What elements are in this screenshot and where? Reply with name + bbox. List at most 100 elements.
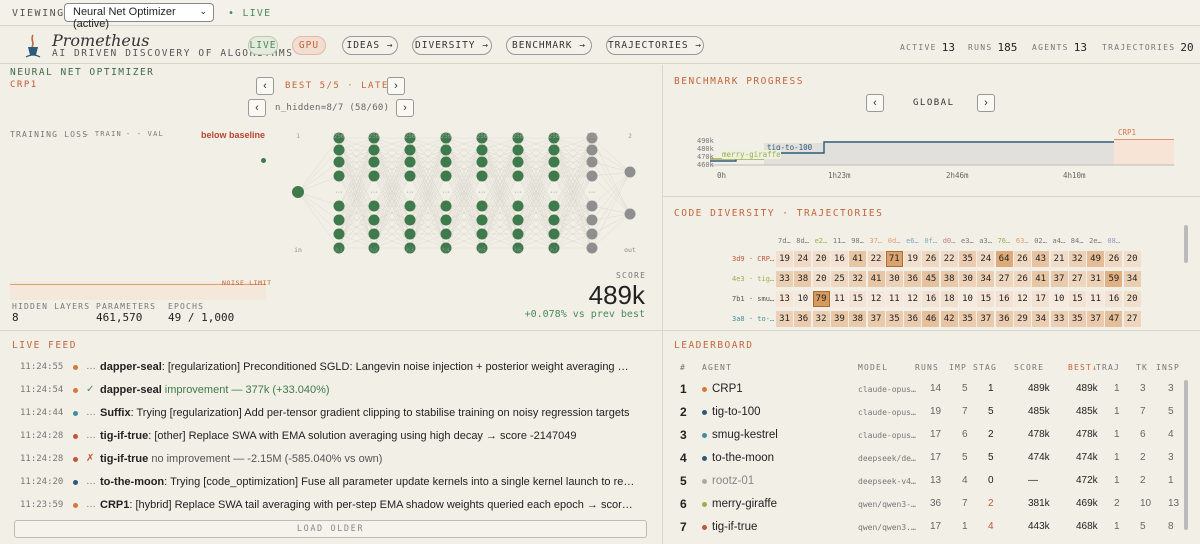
heatmap-cell[interactable]: 32 bbox=[1068, 251, 1086, 267]
ideas-button[interactable]: IDEAS → bbox=[342, 36, 398, 55]
heatmap-cell[interactable]: 20 bbox=[1123, 291, 1141, 307]
cell-agent[interactable]: smug-kestrel bbox=[712, 429, 778, 441]
feed-item[interactable]: 11:24:44 … Suffix: Trying [regularization]… bbox=[0, 403, 660, 425]
heatmap-cell[interactable]: 29 bbox=[1013, 311, 1031, 327]
heatmap-cell[interactable]: 37 bbox=[1087, 311, 1105, 327]
heatmap-cell[interactable]: 24 bbox=[794, 251, 812, 267]
leaderboard-row[interactable]: 3 smug-kestrel claude-opus… 17 6 2 478k 478k 1 6 4 bbox=[664, 424, 1200, 447]
heatmap-cell[interactable]: 16 bbox=[1105, 291, 1123, 307]
heatmap-cell[interactable]: 25 bbox=[830, 271, 848, 287]
heatmap-cell[interactable]: 37 bbox=[1050, 271, 1068, 287]
heatmap-cell[interactable]: 27 bbox=[1123, 311, 1141, 327]
heatmap-cell[interactable]: 12 bbox=[1013, 291, 1031, 307]
leaderboard-row[interactable]: 5 rootz-01 deepseek-v4… 13 4 0 — 472k 1 2 1 bbox=[664, 470, 1200, 493]
heatmap-cell[interactable]: 36 bbox=[794, 311, 812, 327]
heatmap-cell[interactable]: 36 bbox=[995, 311, 1013, 327]
heatmap-cell[interactable]: 71 bbox=[885, 251, 903, 267]
benchmark-button[interactable]: BENCHMARK → bbox=[506, 36, 592, 55]
col-agent[interactable]: AGENT bbox=[702, 363, 732, 372]
heatmap-cell[interactable]: 20 bbox=[812, 271, 830, 287]
col-stag[interactable]: STAG bbox=[973, 363, 997, 372]
heatmap-cell[interactable]: 24 bbox=[977, 251, 995, 267]
heatmap-cell[interactable]: 20 bbox=[1123, 251, 1141, 267]
heatmap-cell[interactable]: 35 bbox=[1068, 311, 1086, 327]
heatmap-cell[interactable]: 10 bbox=[794, 291, 812, 307]
heatmap-cell[interactable]: 45 bbox=[922, 271, 940, 287]
col-best[interactable]: BEST↓ bbox=[1068, 363, 1098, 372]
leaderboard-row[interactable]: 4 to-the-moon deepseek/de… 17 5 5 474k 474k 1 2 3 bbox=[664, 447, 1200, 470]
heatmap-cell[interactable]: 21 bbox=[1050, 251, 1068, 267]
feed-agent[interactable]: dapper-seal bbox=[100, 361, 162, 373]
heatmap-cell[interactable]: 41 bbox=[1032, 271, 1050, 287]
feed-agent[interactable]: dapper-seal bbox=[100, 384, 162, 396]
heatmap-cell[interactable]: 10 bbox=[959, 291, 976, 307]
cell-agent[interactable]: rootz-01 bbox=[712, 475, 754, 487]
heatmap-cell[interactable]: 30 bbox=[885, 271, 903, 287]
heatmap-cell[interactable]: 12 bbox=[904, 291, 922, 307]
col-runs[interactable]: RUNS bbox=[915, 363, 939, 372]
heatmap-cell[interactable]: 31 bbox=[1087, 271, 1105, 287]
feed-agent[interactable]: to-the-moon bbox=[100, 476, 164, 488]
cell-agent[interactable]: tig-if-true bbox=[712, 521, 757, 533]
heatmap-cell[interactable]: 33 bbox=[776, 271, 793, 287]
prev-best-button[interactable]: ‹ bbox=[256, 77, 274, 95]
prev-hidden-button[interactable]: ‹ bbox=[248, 99, 266, 117]
heatmap-cell[interactable]: 49 bbox=[1087, 251, 1105, 267]
col-imp[interactable]: IMP bbox=[949, 363, 967, 372]
diversity-button[interactable]: DIVERSITY → bbox=[412, 36, 492, 55]
heatmap-cell[interactable]: 38 bbox=[849, 311, 867, 327]
heatmap-cell[interactable]: 10 bbox=[1050, 291, 1068, 307]
trajectories-button[interactable]: TRAJECTORIES → bbox=[606, 36, 704, 55]
heatmap-cell[interactable]: 37 bbox=[977, 311, 995, 327]
heatmap-scrollbar[interactable] bbox=[1184, 225, 1188, 263]
feed-item[interactable]: 11:24:28 ✗ tig-if-true no improvement — -2… bbox=[0, 449, 660, 471]
feed-item[interactable]: 11:24:55 … dapper-seal: [regularization] P… bbox=[0, 357, 660, 379]
heatmap-cell[interactable]: 19 bbox=[776, 251, 793, 267]
feed-item[interactable]: 11:24:20 … to-the-moon: Trying [code_optim… bbox=[0, 472, 660, 494]
col-insp[interactable]: INSP bbox=[1156, 363, 1180, 372]
heatmap-cell[interactable]: 18 bbox=[940, 291, 958, 307]
cell-agent[interactable]: CRP1 bbox=[712, 383, 743, 395]
feed-item[interactable]: 11:23:59 … CRP1: [hybrid] Replace SWA tail… bbox=[0, 495, 660, 517]
heatmap-cell[interactable]: 79 bbox=[812, 291, 830, 307]
heatmap-cell[interactable]: 35 bbox=[885, 311, 903, 327]
leaderboard-scrollbar[interactable] bbox=[1184, 380, 1188, 530]
heatmap-cell[interactable]: 38 bbox=[940, 271, 958, 287]
leaderboard-row[interactable]: 6 merry-giraffe qwen/qwen3-… 36 7 2 381k 469k 2 1… bbox=[664, 493, 1200, 516]
feed-item[interactable]: 11:24:54 ✓ dapper-seal improvement — 377k … bbox=[0, 380, 660, 402]
heatmap-cell[interactable]: 27 bbox=[995, 271, 1013, 287]
heatmap-cell[interactable]: 35 bbox=[959, 311, 976, 327]
heatmap-cell[interactable]: 36 bbox=[904, 271, 922, 287]
heatmap-cell[interactable]: 26 bbox=[1013, 251, 1031, 267]
heatmap-cell[interactable]: 26 bbox=[1013, 271, 1031, 287]
heatmap-cell[interactable]: 36 bbox=[904, 311, 922, 327]
heatmap-cell[interactable]: 22 bbox=[867, 251, 885, 267]
heatmap-cell[interactable]: 20 bbox=[812, 251, 830, 267]
heatmap-cell[interactable]: 26 bbox=[1105, 251, 1123, 267]
col-score[interactable]: SCORE bbox=[1014, 363, 1044, 372]
benchmark-prev-button[interactable]: ‹ bbox=[866, 94, 884, 112]
heatmap-cell[interactable]: 33 bbox=[1050, 311, 1068, 327]
heatmap-cell[interactable]: 15 bbox=[849, 291, 867, 307]
heatmap-cell[interactable]: 16 bbox=[995, 291, 1013, 307]
feed-agent[interactable]: Suffix bbox=[100, 407, 131, 419]
heatmap-cell[interactable]: 32 bbox=[849, 271, 867, 287]
feed-item[interactable]: 11:24:28 … tig-if-true: [other] Replace SW… bbox=[0, 426, 660, 448]
heatmap-cell[interactable]: 11 bbox=[1087, 291, 1105, 307]
feed-agent[interactable]: tig-if-true bbox=[100, 453, 148, 465]
heatmap-cell[interactable]: 47 bbox=[1105, 311, 1123, 327]
feed-agent[interactable]: CRP1 bbox=[100, 499, 129, 511]
heatmap-cell[interactable]: 11 bbox=[885, 291, 903, 307]
heatmap-cell[interactable]: 11 bbox=[830, 291, 848, 307]
cell-agent[interactable]: merry-giraffe bbox=[712, 498, 777, 510]
heatmap-cell[interactable]: 34 bbox=[1032, 311, 1050, 327]
heatmap-cell[interactable]: 42 bbox=[940, 311, 958, 327]
heatmap-cell[interactable]: 37 bbox=[867, 311, 885, 327]
heatmap-cell[interactable]: 26 bbox=[922, 251, 940, 267]
leaderboard-row[interactable]: 7 tig-if-true qwen/qwen3.… 17 1 4 443k 468k 1 5 8 bbox=[664, 516, 1200, 539]
heatmap-cell[interactable]: 19 bbox=[904, 251, 922, 267]
feed-agent[interactable]: tig-if-true bbox=[100, 430, 148, 442]
heatmap-cell[interactable]: 13 bbox=[776, 291, 793, 307]
col-tk[interactable]: TK bbox=[1136, 363, 1148, 372]
heatmap-cell[interactable]: 15 bbox=[977, 291, 995, 307]
